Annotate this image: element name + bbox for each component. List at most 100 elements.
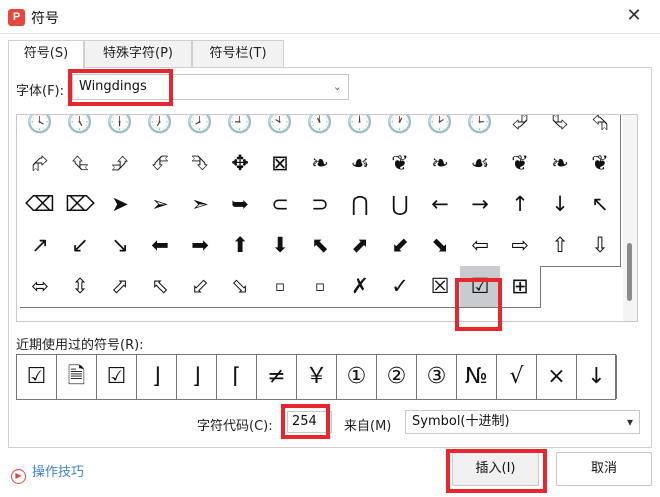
symbol-cell[interactable]: ⮱	[540, 115, 581, 144]
recent-symbol-cell[interactable]: ↓	[577, 355, 617, 399]
symbol-cell[interactable]: ➢	[140, 184, 181, 226]
symbol-cell[interactable]: ⇨	[500, 225, 541, 267]
recent-symbol-cell[interactable]: ×	[537, 355, 577, 399]
symbol-cell[interactable]: ⌫	[20, 184, 61, 226]
symbol-cell[interactable]: ⬅	[140, 225, 181, 267]
symbol-cell[interactable]: ⇧	[540, 225, 581, 267]
symbol-cell[interactable]: ☙	[460, 143, 501, 185]
recent-symbol-cell[interactable]: ⌈	[217, 355, 257, 399]
symbol-cell[interactable]: ▫	[260, 266, 301, 308]
symbol-cell[interactable]: ➥	[220, 184, 261, 226]
symbol-cell[interactable]: ⮶	[140, 143, 181, 185]
help-tips-link[interactable]: ▶ 操作技巧	[11, 461, 84, 484]
recent-symbol-cell[interactable]: √	[497, 355, 537, 399]
recent-symbol-cell[interactable]: ☑	[97, 355, 137, 399]
symbol-cell[interactable]: ⬂	[220, 266, 261, 308]
symbol-cell[interactable]: ❦	[580, 143, 621, 185]
symbol-cell[interactable]: 🕕	[100, 115, 141, 144]
symbol-cell[interactable]: ⬄	[20, 266, 61, 308]
symbol-cell[interactable]: ⬁	[140, 266, 181, 308]
recent-symbol-cell[interactable]: ⌋	[137, 355, 177, 399]
symbol-cell[interactable]: ☑	[460, 266, 501, 308]
symbol-cell[interactable]: ↖	[580, 184, 621, 226]
symbol-cell[interactable]: ⇳	[60, 266, 101, 308]
symbol-cell[interactable]: ⬉	[300, 225, 341, 267]
symbol-cell[interactable]: ✥	[220, 143, 261, 185]
symbol-cell[interactable]: ←	[420, 184, 461, 226]
symbol-cell[interactable]: ⮳	[20, 143, 61, 185]
symbol-cell[interactable]: 🕘	[220, 115, 261, 144]
symbol-cell[interactable]: ❧	[420, 143, 461, 185]
symbol-cell[interactable]: ↑	[500, 184, 541, 226]
symbol-cell[interactable]: 🕛	[340, 115, 381, 144]
recent-symbol-cell[interactable]: ①	[337, 355, 377, 399]
grid-scroll-thumb[interactable]	[627, 243, 632, 301]
symbol-cell[interactable]: ⬊	[420, 225, 461, 267]
symbol-cell[interactable]: 🕒	[460, 115, 501, 144]
from-select[interactable]: Symbol(十进制) ▾	[405, 410, 640, 434]
symbol-cell[interactable]: ↙	[60, 225, 101, 267]
symbol-cell[interactable]: 🕚	[300, 115, 341, 144]
symbol-cell[interactable]: ✗	[340, 266, 381, 308]
symbol-cell[interactable]: ↘	[100, 225, 141, 267]
symbol-cell[interactable]: ⬋	[380, 225, 421, 267]
symbol-cell[interactable]: ⮷	[180, 143, 221, 185]
insert-button[interactable]: 插入(I)	[452, 452, 539, 486]
symbol-cell[interactable]: ☒	[420, 266, 461, 308]
tab-special-chars[interactable]: 特殊字符(P)	[84, 40, 192, 68]
symbol-cell[interactable]: ⇩	[580, 225, 621, 267]
symbol-cell[interactable]: ➡	[180, 225, 221, 267]
symbol-cell[interactable]: ⮲	[580, 115, 621, 144]
symbol-cell[interactable]: ⋃	[380, 184, 421, 226]
recent-symbol-cell[interactable]: ☑	[17, 355, 57, 399]
symbol-cell[interactable]: ⊃	[300, 184, 341, 226]
symbol-cell[interactable]: ✓	[380, 266, 421, 308]
symbol-cell[interactable]: 🕔	[60, 115, 101, 144]
tab-symbol-bar[interactable]: 符号栏(T)	[192, 40, 284, 68]
recent-symbol-cell[interactable]: ②	[377, 355, 417, 399]
symbol-cell[interactable]: ⊞	[500, 266, 541, 308]
cancel-button[interactable]: 取消	[556, 452, 652, 486]
symbol-cell[interactable]: ↓	[540, 184, 581, 226]
symbol-cell[interactable]: ☙	[340, 143, 381, 185]
symbol-cell[interactable]: ↗	[20, 225, 61, 267]
recent-symbol-cell[interactable]: ③	[417, 355, 457, 399]
symbol-cell[interactable]: ❦	[380, 143, 421, 185]
symbol-cell[interactable]: ⊠	[260, 143, 301, 185]
symbol-cell[interactable]: ⬀	[100, 266, 141, 308]
recent-symbol-cell[interactable]: №	[457, 355, 497, 399]
recent-symbol-cell[interactable]: ≠	[257, 355, 297, 399]
close-button[interactable]: ✕	[622, 4, 646, 28]
symbol-cell[interactable]: 🕓	[20, 115, 61, 144]
font-select[interactable]: Wingdings ⌄	[72, 74, 349, 100]
symbol-cell[interactable]: ⬃	[180, 266, 221, 308]
symbol-cell[interactable]: 🕖	[140, 115, 181, 144]
char-code-input[interactable]: 254	[287, 411, 332, 433]
symbol-cell[interactable]: →	[460, 184, 501, 226]
symbol-cell[interactable]: ⮰	[500, 115, 541, 144]
recent-symbol-cell[interactable]: 🗎	[57, 355, 97, 399]
symbol-cell[interactable]: ⌦	[60, 184, 101, 226]
tab-symbols[interactable]: 符号(S)	[8, 40, 84, 69]
symbol-cell[interactable]: ⮵	[100, 143, 141, 185]
symbol-cell[interactable]: ❧	[540, 143, 581, 185]
symbol-cell[interactable]: ⊂	[260, 184, 301, 226]
symbol-cell[interactable]: ⬇	[260, 225, 301, 267]
symbol-cell[interactable]: ⮴	[60, 143, 101, 185]
symbol-cell[interactable]: ❦	[500, 143, 541, 185]
symbol-cell[interactable]: 🕗	[180, 115, 221, 144]
symbol-cell[interactable]: ❧	[300, 143, 341, 185]
symbol-cell[interactable]: ➣	[180, 184, 221, 226]
recent-symbol-cell[interactable]: ⌋	[177, 355, 217, 399]
symbol-cell[interactable]: 🕑	[420, 115, 461, 144]
symbol-cell[interactable]: ⬆	[220, 225, 261, 267]
symbol-cell[interactable]: ⬈	[340, 225, 381, 267]
symbol-cell[interactable]: ▫	[300, 266, 341, 308]
recent-symbol-cell[interactable]: ￥	[297, 355, 337, 399]
symbol-cell[interactable]: 🕐	[380, 115, 421, 144]
symbol-cell[interactable]: 🕙	[260, 115, 301, 144]
grid-scrollbar[interactable]	[623, 115, 637, 321]
symbol-cell[interactable]: ⇦	[460, 225, 501, 267]
symbol-cell[interactable]: ⋂	[340, 184, 381, 226]
symbol-cell[interactable]: ➤	[100, 184, 141, 226]
